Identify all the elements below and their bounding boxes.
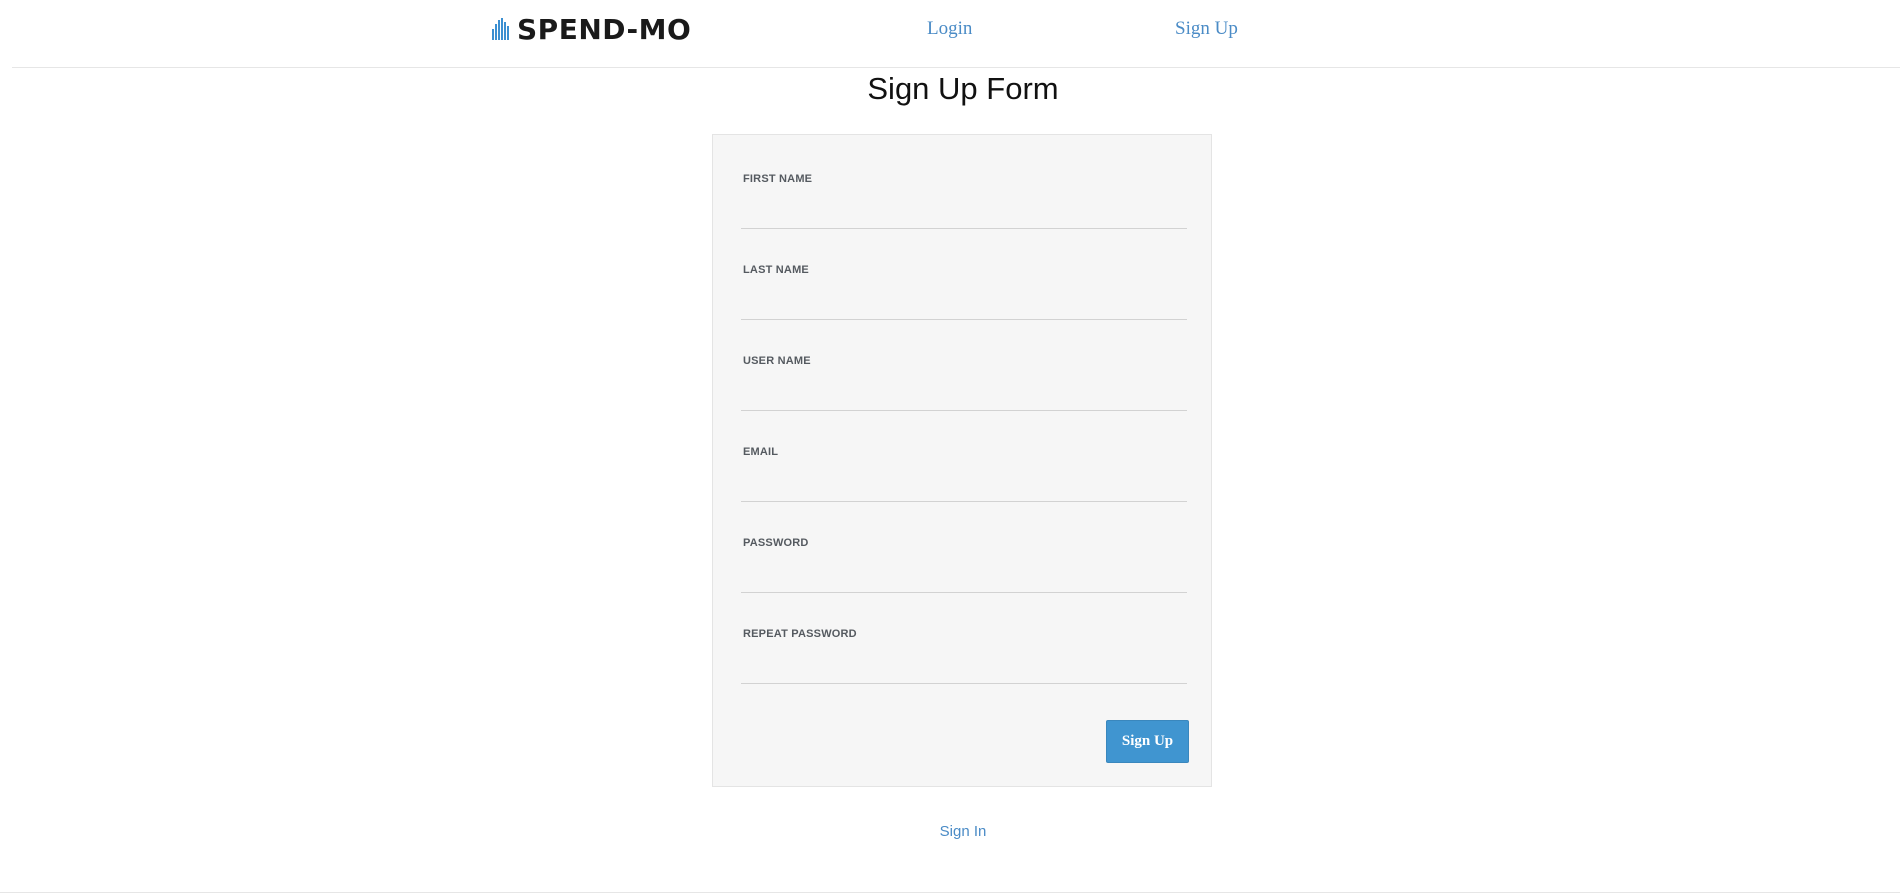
- password-field-group: PASSWORD: [741, 537, 1187, 597]
- top-navbar: SPEND-MO Login Sign Up: [12, 0, 1900, 68]
- first-name-field-group: FIRST NAME: [741, 173, 1187, 233]
- brand-logo-link[interactable]: SPEND-MO: [492, 11, 691, 47]
- first-name-input[interactable]: [741, 191, 1187, 229]
- signin-link[interactable]: Sign In: [0, 823, 1900, 840]
- brand-name: SPEND-MO: [517, 12, 692, 46]
- page: SPEND-MO Login Sign Up Sign Up Form FIRS…: [0, 0, 1900, 893]
- repeat-password-label: REPEAT PASSWORD: [743, 628, 857, 640]
- password-input[interactable]: [741, 555, 1187, 593]
- first-name-label: FIRST NAME: [743, 173, 813, 185]
- password-label: PASSWORD: [743, 537, 809, 549]
- email-label: EMAIL: [743, 446, 779, 458]
- signup-form: FIRST NAME LAST NAME USER NAME EMAIL PAS…: [712, 134, 1212, 787]
- email-input[interactable]: [741, 464, 1187, 502]
- bar-chart-icon: [492, 18, 509, 40]
- email-field-group: EMAIL: [741, 446, 1187, 506]
- username-field-group: USER NAME: [741, 355, 1187, 415]
- page-title: Sign Up Form: [867, 71, 1059, 106]
- username-label: USER NAME: [743, 355, 811, 367]
- repeat-password-input[interactable]: [741, 646, 1187, 684]
- nav-login-link[interactable]: Login: [927, 18, 972, 40]
- username-input[interactable]: [741, 373, 1187, 411]
- last-name-input[interactable]: [741, 282, 1187, 320]
- last-name-label: LAST NAME: [743, 264, 809, 276]
- last-name-field-group: LAST NAME: [741, 264, 1187, 324]
- nav-signup-link[interactable]: Sign Up: [1175, 18, 1238, 40]
- repeat-password-field-group: REPEAT PASSWORD: [741, 628, 1187, 688]
- signup-submit-button[interactable]: Sign Up: [1106, 720, 1189, 763]
